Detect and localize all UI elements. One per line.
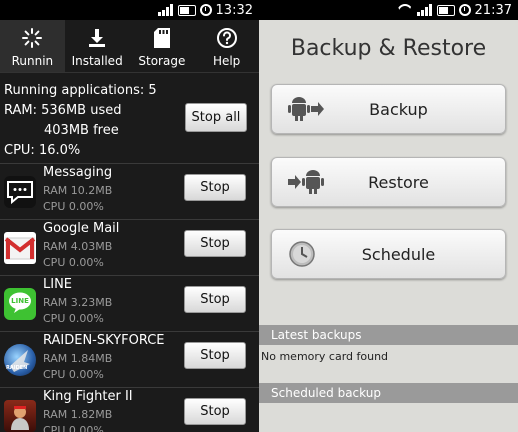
battery-icon	[436, 4, 455, 16]
app-name: RAIDEN-SKYFORCE	[43, 333, 165, 348]
signal-icon	[157, 4, 174, 16]
app-cpu: CPU 0.00%	[43, 368, 104, 381]
latest-backups-header: Latest backups	[259, 325, 518, 345]
restore-label: Restore	[368, 172, 429, 192]
app-cpu: CPU 0.00%	[43, 312, 104, 325]
raiden-icon-text: RAIDEN	[6, 365, 28, 371]
tab-installed-label: Installed	[71, 54, 123, 68]
sd-card-icon	[153, 26, 171, 50]
gmail-icon	[4, 232, 36, 264]
stop-button[interactable]: Stop	[184, 286, 246, 313]
app-cpu: CPU 0.00%	[43, 424, 104, 432]
page-title: Backup & Restore	[290, 36, 487, 61]
tab-running[interactable]: Runnin	[0, 20, 65, 72]
status-bar: 21:37	[259, 0, 518, 20]
task-manager-screen: 13:32 Runnin Installed Storage Help Runn…	[0, 0, 259, 432]
tab-bar: Runnin Installed Storage Help	[0, 20, 259, 73]
app-name: Messaging	[43, 165, 113, 180]
line-icon-text: LINE	[11, 297, 29, 305]
list-item[interactable]: RAIDEN RAIDEN-SKYFORCE RAM 1.84MB CPU 0.…	[0, 331, 259, 387]
battery-icon	[177, 4, 196, 16]
latest-backups-status: No memory card found	[261, 350, 389, 363]
status-bar: 13:32	[0, 0, 259, 20]
app-ram: RAM 3.23MB	[43, 296, 113, 309]
app-name: King Fighter II	[43, 389, 133, 404]
backup-label: Backup	[369, 99, 428, 119]
app-name: Google Mail	[43, 221, 120, 236]
status-time: 21:37	[474, 2, 512, 18]
stop-button[interactable]: Stop	[184, 398, 246, 425]
app-cpu: CPU 0.00%	[43, 200, 104, 213]
schedule-button[interactable]: Schedule	[271, 229, 506, 279]
wifi-icon	[397, 4, 413, 16]
backup-restore-screen: 21:37 Backup & Restore Backup Restore Sc…	[259, 0, 518, 432]
restore-button[interactable]: Restore	[271, 157, 506, 207]
list-item[interactable]: Messaging RAM 10.2MB CPU 0.00% Stop	[0, 163, 259, 219]
app-cpu: CPU 0.00%	[43, 256, 104, 269]
running-icon	[21, 26, 43, 50]
tab-storage[interactable]: Storage	[130, 20, 195, 72]
tab-storage-label: Storage	[138, 54, 186, 68]
stop-button[interactable]: Stop	[184, 230, 246, 257]
alarm-icon	[458, 4, 471, 16]
tab-help-label: Help	[212, 54, 241, 68]
status-time: 13:32	[215, 2, 253, 18]
backup-button[interactable]: Backup	[271, 84, 506, 134]
cpu-usage: CPU: 16.0%	[4, 143, 81, 158]
signal-icon	[416, 4, 433, 16]
alarm-icon	[199, 4, 212, 16]
tab-help[interactable]: Help	[194, 20, 259, 72]
list-item[interactable]: King Fighter II RAM 1.82MB CPU 0.00% Sto…	[0, 387, 259, 432]
app-ram: RAM 1.82MB	[43, 408, 113, 421]
tab-running-label: Runnin	[11, 54, 54, 68]
line-icon: LINE	[4, 288, 36, 320]
app-ram: RAM 10.2MB	[43, 184, 113, 197]
list-item[interactable]: LINE LINE RAM 3.23MB CPU 0.00% Stop	[0, 275, 259, 331]
king-fighter-icon	[4, 400, 36, 432]
messaging-icon	[4, 176, 36, 208]
app-ram: RAM 4.03MB	[43, 240, 113, 253]
stop-button[interactable]: Stop	[184, 174, 246, 201]
help-icon	[216, 26, 238, 50]
list-item[interactable]: Google Mail RAM 4.03MB CPU 0.00% Stop	[0, 219, 259, 275]
raiden-icon: RAIDEN	[4, 344, 36, 376]
download-icon	[86, 26, 108, 50]
app-list: Messaging RAM 10.2MB CPU 0.00% Stop Goog…	[0, 163, 259, 432]
running-count: Running applications: 5	[4, 83, 157, 98]
tab-installed[interactable]: Installed	[65, 20, 130, 72]
app-name: LINE	[43, 277, 73, 292]
stop-button[interactable]: Stop	[184, 342, 246, 369]
app-ram: RAM 1.84MB	[43, 352, 113, 365]
stop-all-button[interactable]: Stop all	[185, 103, 247, 132]
memory-summary: Running applications: 5 RAM: 536MB used …	[0, 73, 259, 163]
scheduled-backup-header: Scheduled backup	[259, 383, 518, 403]
schedule-label: Schedule	[361, 244, 436, 264]
